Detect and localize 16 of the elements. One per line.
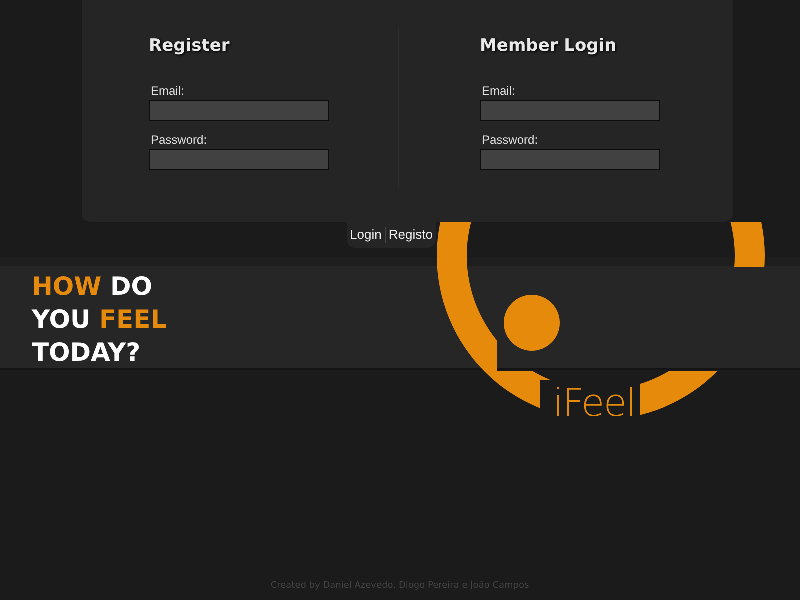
field-label: Email:	[482, 84, 516, 98]
tagline-text: TODAY?	[32, 337, 141, 369]
input-field[interactable]	[149, 100, 329, 121]
form-title: Member Login	[480, 36, 617, 58]
field-label: Password:	[151, 133, 208, 147]
logo-text: iFeel	[553, 381, 636, 422]
field-label: Password:	[482, 133, 538, 147]
field-label: Email:	[151, 84, 184, 98]
input-field[interactable]	[480, 149, 660, 170]
input-field[interactable]	[149, 149, 329, 170]
tab-link[interactable]: Registo	[388, 227, 433, 242]
form-title: Register	[149, 36, 230, 58]
tagline-text: HOW DO	[32, 271, 152, 303]
tagline-text: YOU FEEL	[32, 304, 167, 336]
input-field[interactable]	[480, 100, 660, 121]
tab-link[interactable]: Login	[350, 227, 382, 242]
